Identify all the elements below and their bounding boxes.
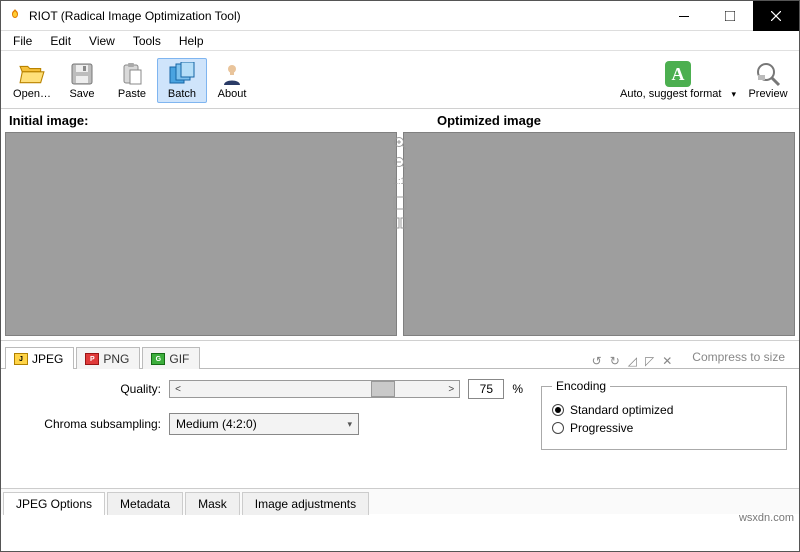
toolbar: Open… Save Paste Batch About A Auto, s: [1, 51, 799, 109]
minimize-button[interactable]: [661, 1, 707, 31]
floppy-icon: [68, 61, 96, 87]
menu-file[interactable]: File: [5, 32, 40, 50]
clipboard-icon: [118, 61, 146, 87]
optimized-image-panel[interactable]: [403, 132, 795, 336]
quality-value-input[interactable]: [468, 379, 504, 399]
optimized-image-header: Optimized image: [367, 111, 795, 130]
auto-a-icon: A: [664, 61, 692, 87]
encoding-progressive-radio[interactable]: Progressive: [552, 421, 776, 435]
maximize-button[interactable]: [707, 1, 753, 31]
menu-help[interactable]: Help: [171, 32, 212, 50]
magnifier-icon: [754, 61, 782, 87]
encoding-legend: Encoding: [552, 379, 610, 393]
close-button[interactable]: [753, 1, 799, 31]
percent-label: %: [512, 382, 523, 396]
tab-metadata[interactable]: Metadata: [107, 492, 183, 515]
folder-open-icon: [18, 61, 46, 87]
titlebar: RIOT (Radical Image Optimization Tool): [1, 1, 799, 31]
tab-jpeg-label: JPEG: [32, 352, 63, 366]
encoding-progressive-label: Progressive: [570, 421, 633, 435]
quality-slider[interactable]: < >: [169, 380, 460, 398]
preview-button[interactable]: Preview: [743, 59, 793, 102]
quality-label: Quality:: [11, 382, 161, 396]
gif-badge-icon: G: [151, 353, 165, 365]
tab-image-adjustments[interactable]: Image adjustments: [242, 492, 369, 515]
window-title: RIOT (Radical Image Optimization Tool): [29, 9, 661, 23]
chevron-down-icon: ▾: [347, 419, 352, 430]
menu-tools[interactable]: Tools: [125, 32, 169, 50]
zoom-out-icon[interactable]: [393, 156, 407, 170]
tab-gif-label: GIF: [169, 352, 189, 366]
encoding-standard-radio[interactable]: Standard optimized: [552, 403, 776, 417]
options-area: Quality: < > % Chroma subsampling: Mediu…: [1, 368, 799, 488]
slider-left-arrow-icon[interactable]: <: [170, 384, 186, 395]
menu-view[interactable]: View: [81, 32, 123, 50]
person-icon: [218, 61, 246, 87]
chroma-label: Chroma subsampling:: [11, 417, 161, 431]
save-button[interactable]: Save: [57, 59, 107, 102]
tab-jpeg[interactable]: J JPEG: [5, 347, 74, 369]
chroma-subsampling-select[interactable]: Medium (4:2:0) ▾: [169, 413, 359, 435]
encoding-standard-label: Standard optimized: [570, 403, 673, 417]
panel-headers: Initial image: Optimized image: [1, 109, 799, 130]
watermark-text: wsxdn.com: [739, 512, 794, 524]
initial-image-panel[interactable]: [5, 132, 397, 336]
image-panels: 1:1: [1, 130, 799, 340]
open-button[interactable]: Open…: [7, 59, 57, 102]
batch-button[interactable]: Batch: [157, 58, 207, 103]
slider-right-arrow-icon[interactable]: >: [443, 384, 459, 395]
rotate-right-icon[interactable]: ↻: [610, 354, 620, 368]
crop-icon[interactable]: ✕: [662, 354, 672, 368]
flip-v-icon[interactable]: ◸: [645, 354, 654, 368]
flip-h-icon[interactable]: ◿: [628, 354, 637, 368]
menu-edit[interactable]: Edit: [42, 32, 79, 50]
tab-png[interactable]: P PNG: [76, 347, 140, 369]
radio-off-icon: [552, 422, 564, 434]
about-button[interactable]: About: [207, 59, 257, 102]
app-icon: [7, 8, 23, 24]
tab-png-label: PNG: [103, 352, 129, 366]
paste-button[interactable]: Paste: [107, 59, 157, 102]
zoom-in-icon[interactable]: [393, 136, 407, 150]
encoding-group: Encoding Standard optimized Progressive: [541, 379, 787, 450]
batch-label: Batch: [168, 88, 196, 100]
menubar: File Edit View Tools Help: [1, 31, 799, 51]
format-tabs-row: J JPEG P PNG G GIF ↺ ↻ ◿ ◸ ✕ Compress to…: [1, 340, 799, 368]
png-badge-icon: P: [85, 353, 99, 365]
rotate-left-icon[interactable]: ↺: [592, 354, 602, 368]
compress-to-size-link[interactable]: Compress to size: [682, 346, 795, 368]
tab-gif[interactable]: G GIF: [142, 347, 200, 369]
radio-on-icon: [552, 404, 564, 416]
chroma-value: Medium (4:2:0): [176, 417, 257, 431]
auto-label: Auto, suggest format: [620, 88, 722, 100]
paste-label: Paste: [118, 88, 146, 100]
image-action-icons: ↺ ↻ ◿ ◸ ✕: [592, 354, 683, 368]
about-label: About: [218, 88, 247, 100]
panel-side-tools: 1:1: [392, 136, 408, 230]
dual-view-icon[interactable]: [393, 216, 407, 230]
jpeg-badge-icon: J: [14, 353, 28, 365]
auto-suggest-format-button[interactable]: A Auto, suggest format ▾: [613, 59, 743, 102]
svg-text:A: A: [672, 64, 685, 84]
tab-mask[interactable]: Mask: [185, 492, 240, 515]
fit-window-icon[interactable]: [393, 196, 407, 210]
chevron-down-icon[interactable]: ▾: [727, 89, 736, 100]
initial-image-header: Initial image:: [5, 111, 367, 130]
save-label: Save: [69, 88, 94, 100]
zoom-1to1-icon[interactable]: 1:1: [393, 176, 407, 190]
batch-icon: [168, 61, 196, 87]
tab-jpeg-options[interactable]: JPEG Options: [3, 492, 105, 515]
bottom-tabs: JPEG Options Metadata Mask Image adjustm…: [1, 488, 799, 514]
preview-label: Preview: [748, 88, 787, 100]
open-label: Open…: [13, 88, 51, 100]
